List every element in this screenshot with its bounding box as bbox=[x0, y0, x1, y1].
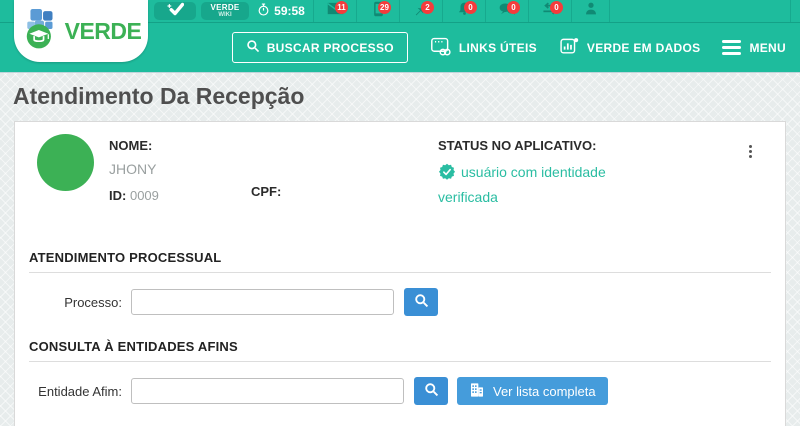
kebab-menu-icon[interactable] bbox=[747, 143, 754, 160]
wiki-label: VERDE bbox=[210, 4, 239, 12]
status-label: STATUS NO APLICATIVO: bbox=[438, 138, 633, 153]
chart-icon bbox=[559, 37, 579, 59]
entidade-afim-label: Entidade Afim: bbox=[29, 384, 131, 399]
hamburger-icon bbox=[722, 40, 741, 55]
notifications-button[interactable]: 0 bbox=[442, 0, 485, 22]
page-title: Atendimento Da Recepção bbox=[13, 83, 800, 110]
buscar-processo-button[interactable]: BUSCAR PROCESSO bbox=[232, 32, 408, 63]
search-icon bbox=[246, 39, 260, 56]
ver-lista-completa-button[interactable]: Ver lista completa bbox=[457, 377, 608, 405]
transfers-button[interactable]: 0 bbox=[528, 0, 571, 22]
search-icon bbox=[424, 382, 439, 400]
processo-input[interactable] bbox=[131, 289, 394, 315]
timer-value: 59:58 bbox=[274, 4, 305, 18]
status-text: usuário com identidade verificada bbox=[438, 164, 606, 205]
mobile-badge: 29 bbox=[378, 1, 391, 14]
check-plus-icon bbox=[166, 2, 184, 21]
chats-button[interactable]: 0 bbox=[485, 0, 528, 22]
search-icon bbox=[414, 293, 429, 311]
transfers-badge: 0 bbox=[550, 1, 563, 14]
section-title: ATENDIMENTO PROCESSUAL bbox=[29, 250, 771, 273]
entidade-search-button[interactable] bbox=[414, 377, 448, 405]
stopwatch-icon bbox=[257, 3, 270, 19]
building-list-icon bbox=[469, 382, 485, 401]
processo-label: Processo: bbox=[29, 295, 131, 310]
person-icon bbox=[584, 1, 598, 21]
status-verified-link[interactable]: usuário com identidade verificada bbox=[438, 160, 633, 209]
verde-logo-icon bbox=[21, 8, 63, 55]
pinned-button[interactable]: 2 bbox=[399, 0, 442, 22]
section-title: CONSULTA À ENTIDADES AFINS bbox=[29, 339, 771, 362]
links-icon bbox=[430, 37, 451, 59]
section-entidades-afins: CONSULTA À ENTIDADES AFINS Entidade Afim… bbox=[29, 339, 771, 405]
processo-search-button[interactable] bbox=[404, 288, 438, 316]
messages-button[interactable]: 11 bbox=[313, 0, 356, 22]
verde-em-dados-button[interactable]: VERDE EM DADOS bbox=[559, 37, 701, 59]
verde-wiki-button[interactable]: VERDE WIKI bbox=[201, 2, 249, 20]
verified-badge-icon bbox=[438, 163, 456, 181]
entidade-afim-input[interactable] bbox=[131, 378, 404, 404]
section-atendimento-processual: ATENDIMENTO PROCESSUAL Processo: bbox=[29, 250, 771, 316]
topbar-spacer bbox=[609, 0, 791, 22]
reception-card: NOME: JHONY ID: 0009 CPF: STATUS NO APLI… bbox=[14, 121, 786, 426]
notifications-badge: 0 bbox=[464, 1, 477, 14]
messages-badge: 11 bbox=[335, 1, 348, 14]
user-summary: NOME: JHONY ID: 0009 CPF: STATUS NO APLI… bbox=[15, 122, 785, 250]
cpf-label: CPF: bbox=[251, 184, 281, 199]
app-logo[interactable]: VERDE bbox=[14, 0, 148, 62]
check-shortcut-button[interactable] bbox=[154, 2, 196, 20]
avatar bbox=[37, 134, 94, 191]
session-timer[interactable]: 59:58 bbox=[249, 0, 313, 22]
profile-button[interactable] bbox=[571, 0, 609, 22]
nome-value: JHONY bbox=[109, 161, 159, 177]
app-window: VERDE WIKI 59:58 11 29 2 bbox=[0, 0, 800, 426]
logo-wordmark: VERDE bbox=[65, 18, 142, 45]
links-uteis-button[interactable]: LINKS ÚTEIS bbox=[430, 37, 537, 59]
id-label: ID: bbox=[109, 188, 126, 203]
menu-button[interactable]: MENU bbox=[722, 40, 786, 55]
pinned-badge: 2 bbox=[421, 1, 434, 14]
mobile-button[interactable]: 29 bbox=[356, 0, 399, 22]
id-value: 0009 bbox=[130, 188, 159, 203]
nome-label: NOME: bbox=[109, 138, 159, 153]
chats-badge: 0 bbox=[507, 1, 520, 14]
